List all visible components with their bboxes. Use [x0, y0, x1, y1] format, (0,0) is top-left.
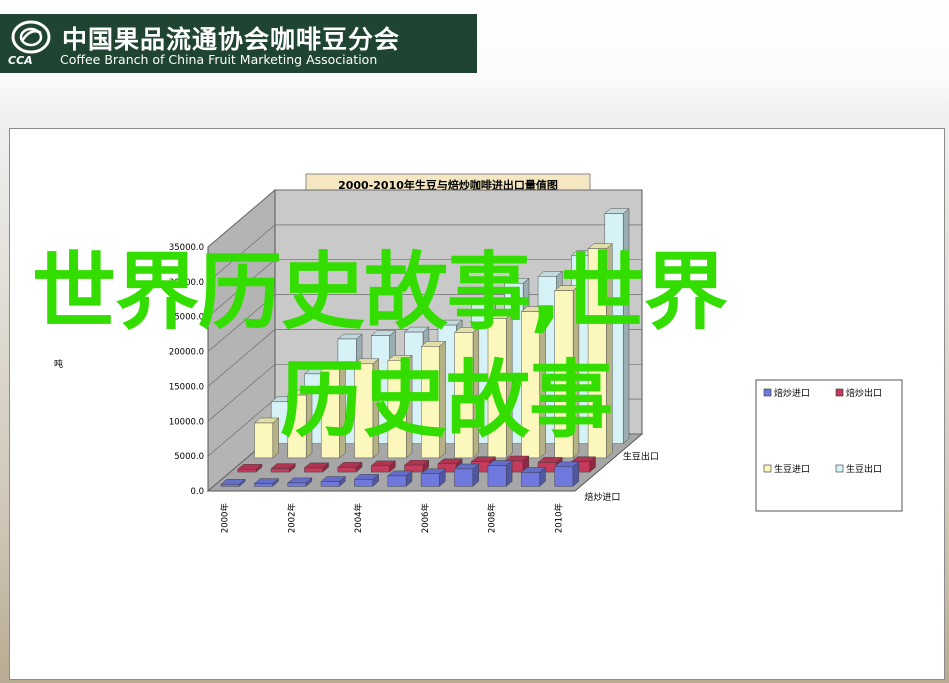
bar-front: [237, 469, 257, 473]
bar-生豆进口-2000年: [253, 417, 280, 459]
y-tick-label: 5000.0: [174, 452, 204, 462]
bar-焙炒出口-2004年: [370, 460, 396, 473]
depth-label: 焙炒进口: [584, 491, 620, 503]
bar-front: [254, 483, 273, 487]
bar-side: [272, 417, 279, 459]
x-tick-label: 2002年: [286, 502, 297, 533]
bar-front: [554, 466, 574, 487]
legend-entry: 生豆出口: [846, 463, 882, 475]
x-tick-label: 2006年: [420, 503, 431, 534]
coffee-bean-logo-icon: [11, 20, 51, 54]
bar-front: [387, 475, 407, 487]
bar-焙炒进口-2004年: [353, 473, 380, 487]
bar-焙炒进口-2005年: [387, 470, 413, 487]
header-banner: 中国果品流通协会咖啡豆分会 CCA Coffee Branch of China…: [0, 14, 477, 73]
bar-焙炒进口-2010年: [554, 461, 580, 487]
bar-front: [287, 482, 307, 487]
legend-swatch: [763, 388, 772, 397]
legend-swatch: [763, 464, 772, 473]
bar-front: [254, 422, 273, 459]
legend-swatch: [835, 388, 844, 397]
bar-front: [487, 465, 507, 487]
banner-english-title: Coffee Branch of China Fruit Marketing A…: [60, 52, 378, 67]
bar-焙炒进口-2007年: [453, 463, 480, 487]
bar-焙炒进口-2006年: [420, 468, 446, 487]
bar-front: [354, 479, 373, 487]
bar-front: [521, 472, 540, 487]
bar-front: [337, 467, 357, 473]
bar-front: [320, 481, 340, 487]
overlay-text-line-1: 世界历史故事,世界: [32, 243, 728, 341]
legend-swatch: [835, 464, 844, 473]
y-tick-label: 15000.0: [169, 382, 204, 392]
chart-legend: [755, 379, 903, 512]
y-tick-label: 0.0: [190, 487, 204, 497]
bar-front: [220, 484, 240, 487]
bar-焙炒进口-2009年: [520, 466, 546, 487]
y-tick-label: 20000.0: [169, 348, 204, 358]
banner-cca-mark: CCA: [8, 54, 33, 67]
depth-label: 生豆出口: [623, 450, 659, 462]
bar-front: [420, 473, 440, 487]
legend-entry: 焙炒进口: [774, 387, 810, 399]
x-tick-label: 2010年: [553, 502, 564, 533]
bar-front: [270, 468, 290, 473]
legend-entry: 生豆进口: [774, 463, 810, 475]
banner-chinese-title: 中国果品流通协会咖啡豆分会: [62, 25, 401, 54]
y-axis-label: 吨: [54, 358, 63, 370]
bar-front: [454, 468, 473, 487]
bar-焙炒进口-2008年: [487, 460, 513, 487]
bar-front: [371, 465, 390, 473]
legend-entry: 焙炒出口: [846, 387, 882, 399]
overlay-text-line-2: 历史故事: [280, 351, 613, 449]
y-tick-label: 10000.0: [169, 417, 204, 427]
x-tick-label: 2004年: [353, 502, 364, 533]
x-tick-label: 2000年: [220, 503, 231, 534]
bar-front: [304, 467, 323, 473]
x-tick-label: 2008年: [487, 503, 498, 534]
